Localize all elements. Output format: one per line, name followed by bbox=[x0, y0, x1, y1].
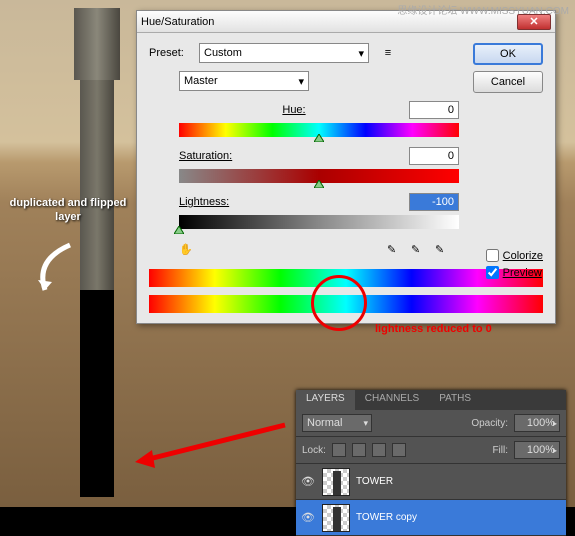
saturation-thumb[interactable] bbox=[314, 179, 324, 187]
lock-all-icon[interactable] bbox=[392, 443, 406, 457]
layer-thumbnail bbox=[322, 468, 350, 496]
tower-top bbox=[74, 8, 120, 80]
layer-row[interactable]: 👁 TOWER copy bbox=[296, 500, 566, 536]
saturation-input[interactable]: 0 bbox=[409, 147, 459, 165]
eyedropper-icon[interactable]: ✎ bbox=[387, 243, 405, 261]
annotation-lightness: lightness reduced to 0 bbox=[375, 323, 492, 335]
spectrum-bar-bottom bbox=[149, 295, 543, 313]
layer-name[interactable]: TOWER copy bbox=[356, 512, 417, 523]
lightness-thumb[interactable] bbox=[174, 225, 184, 233]
annotation-duplicated: duplicated and flipped layer bbox=[8, 196, 128, 225]
visibility-eye-icon[interactable]: 👁 bbox=[300, 474, 316, 490]
hand-icon[interactable]: ✋ bbox=[179, 243, 197, 261]
colorize-checkbox[interactable]: Colorize bbox=[486, 249, 543, 262]
cancel-button[interactable]: Cancel bbox=[473, 71, 543, 93]
hue-saturation-dialog: Hue/Saturation ✕ OK Cancel Preset: Custo… bbox=[136, 10, 556, 324]
tower-shadow bbox=[80, 290, 114, 497]
visibility-eye-icon[interactable]: 👁 bbox=[300, 510, 316, 526]
panel-tabs: LAYERS CHANNELS PATHS bbox=[296, 390, 566, 410]
lock-brush-icon[interactable] bbox=[352, 443, 366, 457]
lightness-label: Lightness: bbox=[179, 196, 409, 208]
blend-mode-select[interactable]: Normal bbox=[302, 414, 372, 432]
lock-label: Lock: bbox=[302, 445, 326, 456]
eyedropper-add-icon[interactable]: ✎ bbox=[411, 243, 429, 261]
arrow-red-icon bbox=[130, 420, 290, 470]
layer-name[interactable]: TOWER bbox=[356, 476, 393, 487]
tab-layers[interactable]: LAYERS bbox=[296, 390, 355, 410]
saturation-slider[interactable] bbox=[179, 169, 459, 183]
lightness-input[interactable]: -100 bbox=[409, 193, 459, 211]
opacity-input[interactable]: 100% bbox=[514, 414, 560, 432]
hue-label: Hue: bbox=[179, 104, 409, 116]
hue-thumb[interactable] bbox=[314, 133, 324, 141]
layer-row[interactable]: 👁 TOWER bbox=[296, 464, 566, 500]
fill-label: Fill: bbox=[492, 445, 508, 456]
fill-input[interactable]: 100% bbox=[514, 441, 560, 459]
preset-menu-icon[interactable]: ≡ bbox=[379, 44, 397, 62]
eyedropper-sub-icon[interactable]: ✎ bbox=[435, 243, 453, 261]
preset-select[interactable]: Custom bbox=[199, 43, 369, 63]
lock-move-icon[interactable] bbox=[372, 443, 386, 457]
dialog-title: Hue/Saturation bbox=[141, 16, 517, 28]
tower-body bbox=[80, 80, 114, 290]
preset-label: Preset: bbox=[149, 47, 199, 59]
hue-slider[interactable] bbox=[179, 123, 459, 137]
watermark: 思缘设计论坛 WWW.MISSYUAN.COM bbox=[397, 2, 569, 17]
lightness-slider[interactable] bbox=[179, 215, 459, 229]
tab-channels[interactable]: CHANNELS bbox=[355, 390, 429, 410]
lock-transparency-icon[interactable] bbox=[332, 443, 346, 457]
hue-input[interactable]: 0 bbox=[409, 101, 459, 119]
opacity-label: Opacity: bbox=[471, 418, 508, 429]
preview-checkbox[interactable]: Preview bbox=[486, 266, 543, 279]
channel-select[interactable]: Master bbox=[179, 71, 309, 91]
ok-button[interactable]: OK bbox=[473, 43, 543, 65]
layer-thumbnail bbox=[322, 504, 350, 532]
layers-panel: LAYERS CHANNELS PATHS Normal Opacity: 10… bbox=[296, 390, 566, 536]
tab-paths[interactable]: PATHS bbox=[429, 390, 481, 410]
spectrum-bar-top bbox=[149, 269, 543, 287]
arrow-curved-icon bbox=[30, 240, 80, 300]
saturation-label: Saturation: bbox=[179, 150, 409, 162]
